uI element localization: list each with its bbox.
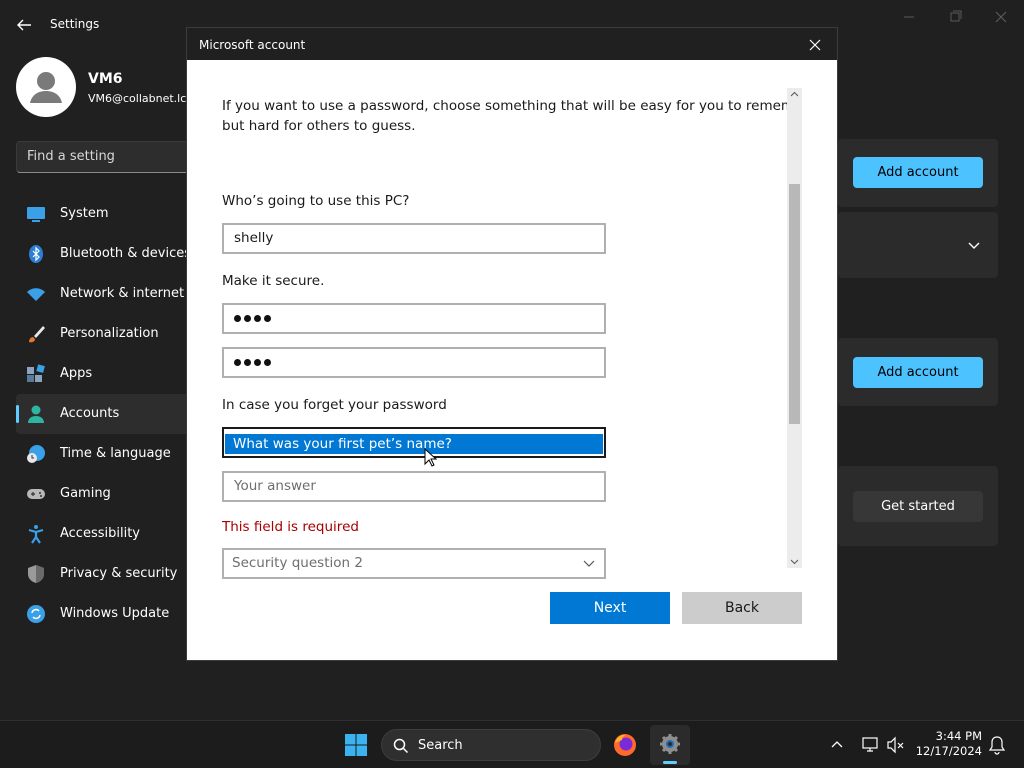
taskbar-search[interactable]: Search [381,729,601,761]
security-answer-1-input[interactable]: Your answer [222,471,606,502]
next-button[interactable]: Next [550,592,670,624]
find-setting-placeholder: Find a setting [27,149,115,164]
clock-date: 12/17/2024 [915,744,982,758]
close-icon[interactable] [803,34,827,56]
selected-option[interactable]: What was your first pet’s name? [225,434,603,454]
add-account-button-2[interactable]: Add account [853,357,983,388]
password-input[interactable] [222,303,606,334]
avatar [16,57,76,117]
user-email: VM6@collabnet.lc [88,92,187,105]
brush-icon [29,326,45,343]
add-account-button[interactable]: Add account [853,157,983,188]
scroll-down-arrow-icon[interactable] [790,557,799,566]
restore-icon[interactable] [932,6,978,28]
mouse-cursor-icon [424,448,438,467]
security-question-2-dropdown[interactable]: Security question 2 [222,548,606,579]
chevron-up-icon[interactable] [830,738,844,752]
update-icon [27,605,45,623]
app-title: Settings [50,17,100,31]
microsoft-account-dialog: Microsoft account If you want to use a p… [186,27,838,661]
username-input[interactable]: shelly [222,223,606,254]
apps-icon [27,364,45,382]
confirm-password-input[interactable] [222,347,606,378]
user-name: VM6 [88,71,123,87]
wifi-icon [27,288,45,301]
minimize-icon[interactable] [886,6,932,28]
volume-muted-icon[interactable] [886,735,906,755]
notification-bell-icon[interactable] [988,735,1006,755]
system-icon [27,207,45,222]
scroll-up-arrow-icon[interactable] [790,90,799,99]
active-app-indicator [663,761,677,764]
dialog-title: Microsoft account [199,38,306,52]
sidebar-item-accessibility[interactable]: Accessibility [16,514,192,554]
sidebar-item-accounts[interactable]: Accounts [16,394,192,434]
intro-text: If you want to use a password, choose so… [222,98,787,134]
question-2-placeholder: Security question 2 [232,555,363,571]
search-label: Search [418,738,463,753]
dialog-scrollbar[interactable] [787,88,802,568]
accessibility-icon [28,525,44,544]
find-setting-input[interactable]: Find a setting [16,141,200,173]
firefox-icon[interactable] [612,732,638,758]
globe-clock-icon [27,445,45,463]
dialog-titlebar: Microsoft account [187,28,837,60]
back-arrow-icon[interactable] [12,13,36,37]
network-icon[interactable] [860,735,880,755]
bluetooth-icon [29,245,43,263]
who-label: Who’s going to use this PC? [222,193,410,209]
person-silhouette-icon [30,72,62,103]
get-started-button[interactable]: Get started [853,491,983,522]
clock-time: 3:44 PM [935,729,982,743]
person-icon [28,405,44,423]
sidebar-item-system[interactable]: System [16,194,192,234]
back-button[interactable]: Back [682,592,802,624]
chevron-down-icon[interactable] [967,239,981,253]
chevron-down-icon [583,560,595,567]
taskbar: Search 3:44 PM 12/17/2024 [0,720,1024,768]
scrollbar-thumb[interactable] [789,184,800,424]
sidebar-item-windows-update[interactable]: Windows Update [16,594,192,634]
dialog-content: If you want to use a password, choose so… [187,60,787,600]
security-question-1-dropdown[interactable]: What was your first pet’s name? [222,427,606,458]
shield-icon [28,565,44,583]
gear-icon [660,734,680,754]
search-icon [393,738,409,754]
taskbar-settings-app[interactable] [650,725,690,765]
sidebar-item-apps[interactable]: Apps [16,354,192,394]
username-value: shelly [234,230,274,246]
sidebar-item-gaming[interactable]: Gaming [16,474,192,514]
clock[interactable]: 3:44 PM 12/17/2024 [912,729,982,759]
sidebar-nav: System Bluetooth & devices Network & int… [16,194,192,634]
user-profile: VM6 VM6@collabnet.lc [16,57,196,117]
secure-label: Make it secure. [222,273,325,289]
gamepad-icon [27,489,45,499]
sidebar-item-personalization[interactable]: Personalization [16,314,192,354]
windows-start-icon[interactable] [344,733,368,757]
sidebar-item-time-language[interactable]: Time & language [16,434,192,474]
sidebar-item-privacy[interactable]: Privacy & security [16,554,192,594]
forget-label: In case you forget your password [222,397,447,413]
confirm-password-mask [234,359,271,367]
error-message: This field is required [222,519,359,535]
sidebar-item-bluetooth[interactable]: Bluetooth & devices [16,234,192,274]
password-mask [234,315,271,323]
sidebar-item-network[interactable]: Network & internet [16,274,192,314]
answer-placeholder: Your answer [234,478,316,494]
close-window-icon[interactable] [978,6,1024,28]
